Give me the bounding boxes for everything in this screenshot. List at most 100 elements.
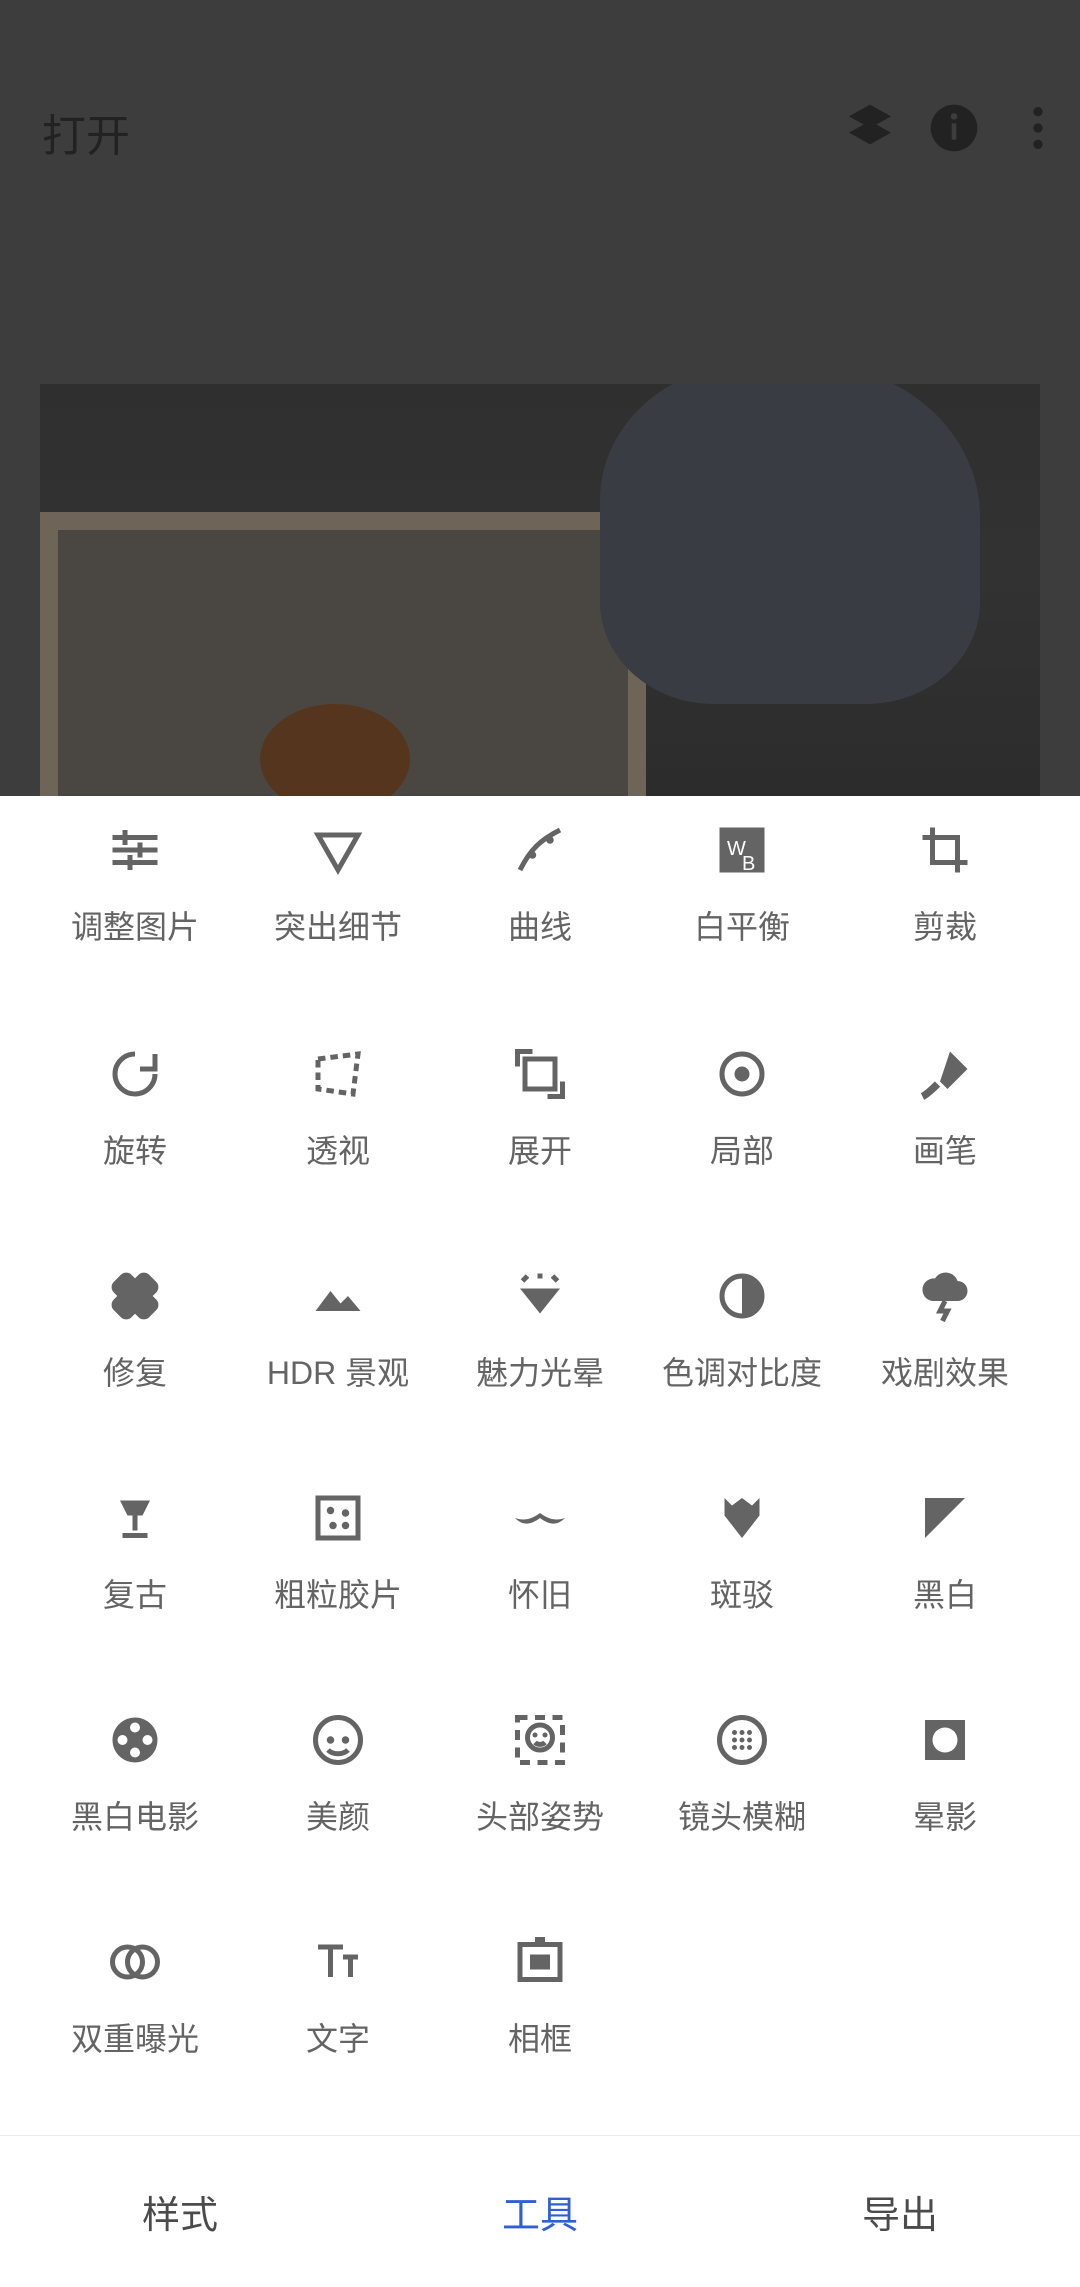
photo-preview[interactable] (40, 384, 1040, 796)
head-pose-icon (508, 1708, 572, 1772)
rotate-icon (103, 1042, 167, 1106)
tool-label: 黑白电影 (70, 1799, 199, 1835)
tool-label: 展开 (507, 1133, 572, 1169)
tonal-contrast-icon (710, 1264, 774, 1328)
tool-white-balance[interactable]: W B 白平衡 (642, 796, 842, 996)
tool-label: 调整图片 (70, 909, 199, 945)
nav-styles[interactable]: 样式 (0, 2136, 360, 2287)
selective-icon (710, 1042, 774, 1106)
top-bar: 打开 (0, 0, 1080, 260)
tool-label: 白平衡 (693, 909, 790, 945)
tool-healing[interactable]: 修复 (35, 1242, 235, 1442)
tool-grainy-film[interactable]: 粗粒胶片 (238, 1464, 438, 1664)
tool-double-exposure[interactable]: 双重曝光 (35, 1908, 235, 2108)
tool-curves[interactable]: 曲线 (440, 796, 640, 996)
tool-label: 曲线 (507, 909, 572, 945)
tool-vintage-lamp[interactable]: 复古 (35, 1464, 235, 1664)
black-white-icon (913, 1486, 977, 1550)
perspective-icon (306, 1042, 370, 1106)
drama-icon (913, 1264, 977, 1328)
nav-tools[interactable]: 工具 (360, 2136, 720, 2287)
crop-icon (913, 818, 977, 882)
tool-black-white[interactable]: 黑白 (845, 1464, 1045, 1664)
tool-label: 粗粒胶片 (273, 1577, 402, 1613)
tool-label: 画笔 (912, 1133, 977, 1169)
tool-glamour-glow[interactable]: 魅力光晕 (440, 1242, 640, 1442)
top-actions (828, 86, 1080, 170)
layers-button[interactable] (828, 86, 912, 170)
tool-drama[interactable]: 戏剧效果 (845, 1242, 1045, 1442)
grainy-film-icon (306, 1486, 370, 1550)
tool-label: 魅力光晕 (475, 1355, 604, 1391)
svg-text:B: B (742, 853, 755, 875)
tool-label: 突出细节 (273, 909, 402, 945)
tool-label: 头部姿势 (475, 1799, 604, 1835)
tool-label: 镜头模糊 (677, 1799, 806, 1835)
info-button[interactable] (912, 86, 996, 170)
brush-icon (913, 1042, 977, 1106)
tool-label: 旋转 (102, 1133, 167, 1169)
face-icon (306, 1708, 370, 1772)
tool-tonal-contrast[interactable]: 色调对比度 (642, 1242, 842, 1442)
tool-label: 戏剧效果 (880, 1355, 1009, 1391)
vignette-icon (913, 1708, 977, 1772)
double-exposure-icon (103, 1930, 167, 1994)
tool-text[interactable]: 文字 (238, 1908, 438, 2108)
bottom-nav: 样式 工具 导出 (0, 2135, 1080, 2287)
tool-label: HDR 景观 (266, 1355, 410, 1391)
app-screen: 打开 调整图片 突出细节 曲线 W B 白平衡 剪裁 旋转 透视 展开 局部 画… (0, 0, 1080, 2287)
glamour-glow-icon (508, 1264, 572, 1328)
more-button[interactable] (996, 86, 1080, 170)
tool-details-triangle[interactable]: 突出细节 (238, 796, 438, 996)
expand-icon (508, 1042, 572, 1106)
mustache-icon (508, 1486, 572, 1550)
tools-panel: 调整图片 突出细节 曲线 W B 白平衡 剪裁旋转 透视 展开 局部 画笔修复 HDR 景观 魅力光晕 色… (0, 796, 1080, 2136)
tool-label: 美颜 (305, 1799, 370, 1835)
tool-label: 修复 (102, 1355, 167, 1391)
text-icon (306, 1930, 370, 1994)
tool-mustache[interactable]: 怀旧 (440, 1464, 640, 1664)
layers-icon (849, 104, 891, 145)
tool-label: 透视 (305, 1133, 370, 1169)
tool-label: 局部 (709, 1133, 774, 1169)
info-icon (930, 104, 978, 152)
tool-frame[interactable]: 相框 (440, 1908, 640, 2108)
tool-crop[interactable]: 剪裁 (845, 796, 1045, 996)
tool-perspective[interactable]: 透视 (238, 1020, 438, 1220)
tool-label: 相框 (507, 2021, 572, 2057)
tool-brush[interactable]: 画笔 (845, 1020, 1045, 1220)
tool-expand[interactable]: 展开 (440, 1020, 640, 1220)
tool-label: 晕影 (912, 1799, 977, 1835)
tool-label: 怀旧 (507, 1577, 572, 1613)
tool-label: 复古 (102, 1577, 167, 1613)
tune-icon (103, 818, 167, 882)
grunge-icon (710, 1486, 774, 1550)
tool-label: 斑驳 (709, 1577, 774, 1613)
photo-creature (600, 384, 980, 704)
tool-grunge[interactable]: 斑驳 (642, 1464, 842, 1664)
healing-icon (103, 1264, 167, 1328)
film-reel-icon (103, 1708, 167, 1772)
tool-selective[interactable]: 局部 (642, 1020, 842, 1220)
tool-label: 剪裁 (912, 909, 977, 945)
curves-icon (508, 818, 572, 882)
hdr-landscape-icon (306, 1264, 370, 1328)
tool-head-pose[interactable]: 头部姿势 (440, 1686, 640, 1886)
tool-label: 色调对比度 (661, 1355, 822, 1391)
tool-label: 文字 (305, 2021, 370, 2057)
vintage-lamp-icon (103, 1486, 167, 1550)
tool-face[interactable]: 美颜 (238, 1686, 438, 1886)
open-button[interactable]: 打开 (42, 100, 130, 164)
tool-vignette[interactable]: 晕影 (845, 1686, 1045, 1886)
nav-export[interactable]: 导出 (720, 2136, 1080, 2287)
tool-film-reel[interactable]: 黑白电影 (35, 1686, 235, 1886)
more-vert-icon (1033, 107, 1043, 149)
tool-rotate[interactable]: 旋转 (35, 1020, 235, 1220)
lens-blur-icon (710, 1708, 774, 1772)
details-triangle-icon (306, 818, 370, 882)
tool-tune[interactable]: 调整图片 (35, 796, 235, 996)
frame-icon (508, 1930, 572, 1994)
tool-hdr-landscape[interactable]: HDR 景观 (238, 1242, 438, 1442)
white-balance-icon: WB (710, 818, 774, 882)
tool-lens-blur[interactable]: 镜头模糊 (642, 1686, 842, 1886)
